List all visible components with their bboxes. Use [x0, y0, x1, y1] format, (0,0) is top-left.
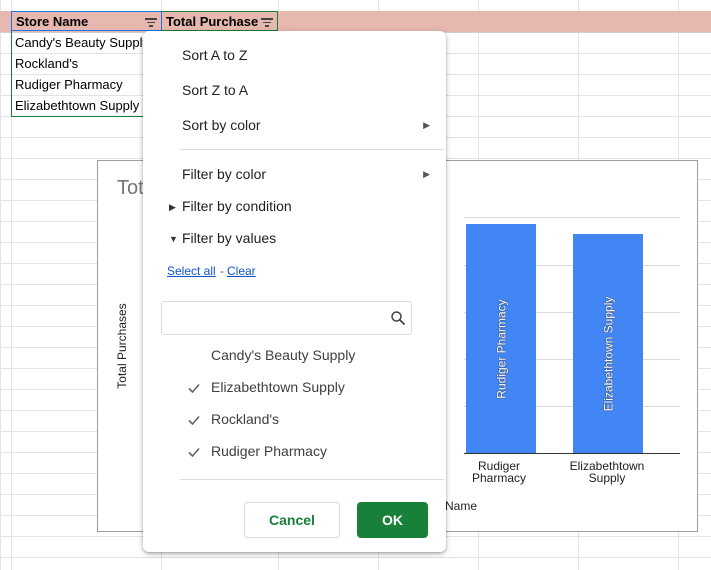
chart-title: Tot [117, 177, 144, 199]
chart-bar-label: Rudiger Pharmacy [494, 298, 509, 399]
filter-range-border [11, 31, 161, 117]
filter-menu: Sort A to Z Sort Z to A Sort by color ▶ … [143, 31, 446, 552]
chart-x-tick-label: Elizabethtown Supply [569, 459, 645, 485]
filter-by-values-item[interactable]: Filter by values [182, 230, 276, 246]
chart-x-tick-label: Rudiger Pharmacy [471, 459, 527, 485]
header-cell-total-purchase[interactable]: Total Purchase [161, 11, 278, 31]
checkmark-icon[interactable] [187, 413, 201, 427]
sort-z-to-a-item[interactable]: Sort Z to A [182, 82, 248, 98]
menu-divider [180, 479, 444, 480]
menu-divider [180, 149, 444, 150]
header-store-name-label: Store Name [16, 14, 89, 29]
sort-by-color-item[interactable]: Sort by color [182, 117, 261, 133]
select-all-link[interactable]: Select all [167, 264, 216, 278]
header-cell-store-name[interactable]: Store Name [11, 11, 161, 31]
ok-button[interactable]: OK [357, 502, 428, 538]
header-total-purchase-label: Total Purchase [166, 14, 259, 29]
sort-a-to-z-item[interactable]: Sort A to Z [182, 47, 247, 63]
chart-x-axis-label: Name [445, 499, 478, 513]
expand-right-icon[interactable]: ▶ [169, 202, 176, 213]
value-option-rudiger-pharmacy[interactable]: Rudiger Pharmacy [211, 443, 327, 459]
submenu-arrow-icon: ▶ [423, 120, 430, 130]
search-icon [391, 311, 405, 325]
chart-x-axis [464, 453, 680, 454]
expand-down-icon[interactable]: ▼ [169, 234, 178, 244]
filter-icon[interactable] [145, 16, 157, 27]
value-option-candys-beauty-supply[interactable]: Candy's Beauty Supply [211, 347, 355, 363]
chart-y-axis-label: Total Purchases [115, 303, 129, 389]
submenu-arrow-icon: ▶ [423, 169, 430, 179]
checkmark-icon[interactable] [187, 445, 201, 459]
filter-by-color-item[interactable]: Filter by color [182, 166, 266, 182]
cancel-button[interactable]: Cancel [244, 502, 340, 538]
clear-link[interactable]: Clear [227, 264, 256, 278]
value-option-rocklands[interactable]: Rockland's [211, 411, 279, 427]
chart-gridline [464, 217, 680, 218]
filter-by-condition-item[interactable]: Filter by condition [182, 198, 292, 214]
link-separator: - [220, 264, 224, 278]
values-search-input[interactable] [161, 301, 412, 335]
value-option-elizabethtown-supply[interactable]: Elizabethtown Supply [211, 379, 345, 395]
chart-bar-label: Elizabethtown Supply [600, 296, 615, 411]
checkmark-icon[interactable] [187, 381, 201, 395]
filter-icon[interactable] [261, 16, 273, 27]
